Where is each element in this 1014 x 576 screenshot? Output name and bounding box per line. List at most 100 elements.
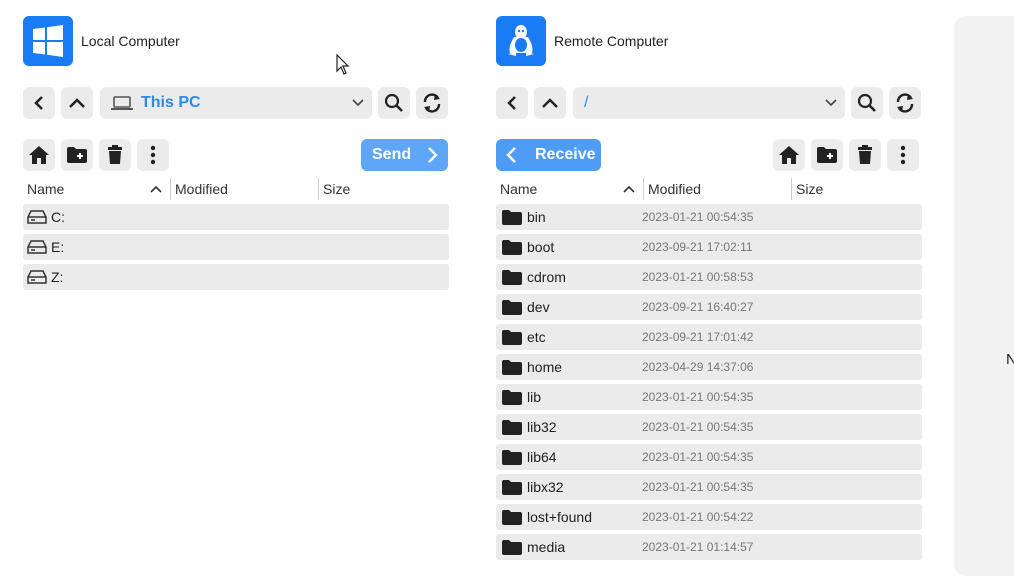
trash-icon (858, 145, 872, 164)
local-home-button[interactable] (23, 139, 55, 171)
folder-row[interactable]: cdrom 2023-01-21 00:58:53 (496, 264, 922, 290)
local-path-selector[interactable]: This PC (100, 87, 372, 119)
search-icon (384, 93, 403, 112)
file-row[interactable]: Z: (23, 264, 449, 290)
remote-col-name[interactable]: Name (500, 181, 537, 197)
folder-row[interactable]: etc 2023-09-21 17:01:42 (496, 324, 922, 350)
local-column-header: Name Modified Size (23, 178, 449, 202)
file-name: libx32 (527, 479, 564, 495)
file-modified: 2023-04-29 14:37:06 (642, 360, 754, 374)
folder-icon (502, 269, 522, 285)
file-modified: 2023-01-21 00:58:53 (642, 270, 754, 284)
local-delete-button[interactable] (99, 139, 131, 171)
receive-button[interactable]: Receive (496, 139, 601, 171)
chevron-up-icon (542, 98, 558, 108)
file-name: cdrom (527, 269, 566, 285)
folder-row[interactable]: media 2023-01-21 01:14:57 (496, 534, 922, 560)
remote-up-button[interactable] (534, 87, 566, 119)
search-icon (857, 93, 876, 112)
sort-ascending-icon[interactable] (623, 185, 635, 193)
column-divider[interactable] (791, 178, 792, 200)
folder-icon (502, 479, 522, 495)
local-col-name[interactable]: Name (27, 181, 64, 197)
local-header: Local Computer (23, 16, 180, 66)
local-file-list: C: E: Z: (23, 204, 449, 294)
column-divider[interactable] (318, 178, 319, 200)
folder-row[interactable]: lib64 2023-01-21 00:54:35 (496, 444, 922, 470)
refresh-icon (423, 93, 441, 113)
column-divider[interactable] (643, 178, 644, 200)
file-name: E: (51, 239, 65, 255)
remote-back-button[interactable] (496, 87, 528, 119)
folder-row[interactable]: lib 2023-01-21 00:54:35 (496, 384, 922, 410)
folder-row[interactable]: bin 2023-01-21 00:54:35 (496, 204, 922, 230)
linux-tux-logo-icon (496, 16, 546, 66)
chevron-left-icon (34, 96, 43, 110)
folder-row[interactable]: libx32 2023-01-21 00:54:35 (496, 474, 922, 500)
file-name: dev (527, 299, 550, 315)
folder-row[interactable]: lost+found 2023-01-21 00:54:22 (496, 504, 922, 530)
file-row[interactable]: C: (23, 204, 449, 230)
folder-icon (502, 389, 522, 405)
local-up-button[interactable] (61, 87, 93, 119)
folder-row[interactable]: lib32 2023-01-21 00:54:35 (496, 414, 922, 440)
chevron-left-icon (507, 96, 516, 110)
file-modified: 2023-01-21 00:54:35 (642, 420, 754, 434)
remote-delete-button[interactable] (849, 139, 881, 171)
folder-plus-icon (67, 147, 87, 163)
folder-icon (502, 359, 522, 375)
mouse-cursor-icon (336, 54, 350, 75)
file-name: bin (527, 209, 546, 225)
folder-icon (502, 419, 522, 435)
chevron-down-icon (825, 99, 837, 107)
sort-ascending-icon[interactable] (150, 185, 162, 193)
local-toolbar: Send (23, 139, 449, 171)
transfer-panel-text: N (1006, 351, 1014, 368)
file-row[interactable]: E: (23, 234, 449, 260)
local-title: Local Computer (81, 33, 180, 49)
chevron-down-icon (352, 99, 364, 107)
more-vertical-icon (900, 145, 906, 165)
file-modified: 2023-09-21 17:02:11 (642, 240, 753, 254)
remote-path-selector[interactable]: / (573, 87, 845, 119)
chevron-right-icon (428, 147, 438, 163)
local-col-modified[interactable]: Modified (175, 181, 228, 197)
send-button[interactable]: Send (361, 139, 448, 171)
folder-plus-icon (817, 147, 837, 163)
remote-more-button[interactable] (887, 139, 919, 171)
remote-path-text: / (584, 94, 589, 111)
local-search-button[interactable] (378, 87, 410, 119)
file-modified: 2023-01-21 00:54:35 (642, 210, 754, 224)
folder-row[interactable]: boot 2023-09-21 17:02:11 (496, 234, 922, 260)
home-icon (29, 146, 49, 164)
transfer-panel: N (954, 16, 1014, 576)
remote-refresh-button[interactable] (889, 87, 921, 119)
remote-pane: Remote Computer / Receive Name Modified … (496, 0, 922, 567)
remote-col-modified[interactable]: Modified (648, 181, 701, 197)
folder-row[interactable]: home 2023-04-29 14:37:06 (496, 354, 922, 380)
local-refresh-button[interactable] (416, 87, 448, 119)
remote-header: Remote Computer (496, 16, 668, 66)
send-label: Send (372, 146, 412, 163)
remote-file-list: bin 2023-01-21 00:54:35 boot 2023-09-21 17… (496, 204, 922, 564)
folder-icon (502, 329, 522, 345)
remote-col-size[interactable]: Size (796, 181, 823, 197)
remote-search-button[interactable] (851, 87, 883, 119)
local-col-size[interactable]: Size (323, 181, 350, 197)
local-back-button[interactable] (23, 87, 55, 119)
remote-toolbar: Receive (496, 139, 922, 171)
local-nav-bar: This PC (23, 87, 449, 119)
laptop-icon (111, 96, 133, 110)
remote-new-folder-button[interactable] (811, 139, 843, 171)
folder-icon (502, 299, 522, 315)
file-modified: 2023-09-21 17:01:42 (642, 330, 754, 344)
local-new-folder-button[interactable] (61, 139, 93, 171)
folder-row[interactable]: dev 2023-09-21 16:40:27 (496, 294, 922, 320)
windows-logo-icon (23, 16, 73, 66)
remote-home-button[interactable] (773, 139, 805, 171)
file-name: home (527, 359, 563, 375)
column-divider[interactable] (170, 178, 171, 200)
refresh-icon (896, 93, 914, 113)
trash-icon (108, 145, 122, 164)
local-more-button[interactable] (137, 139, 169, 171)
